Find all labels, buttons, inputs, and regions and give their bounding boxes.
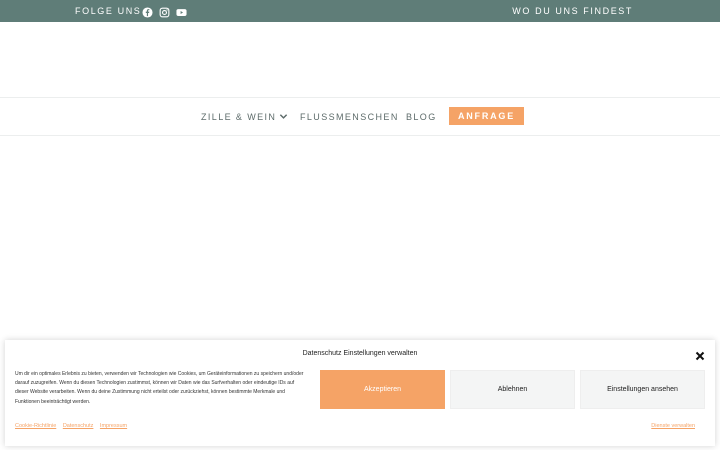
main-navigation: ZILLE & WEIN FLUSSMENSCHEN BLOG ANFRAGE <box>0 97 720 136</box>
cookie-policy-links: Cookie-Richtlinie Datenschutz Impressum <box>15 423 132 429</box>
nav-item-flussmenschen[interactable]: FLUSSMENSCHEN <box>300 112 399 122</box>
imprint-link[interactable]: Impressum <box>100 423 127 429</box>
close-icon[interactable] <box>695 348 705 361</box>
manage-services-link[interactable]: Dienste verwalten <box>651 423 695 429</box>
cookie-policy-link[interactable]: Cookie-Richtlinie <box>15 423 56 429</box>
chevron-down-icon <box>279 112 288 121</box>
accept-button[interactable]: Akzeptieren <box>320 370 445 409</box>
view-settings-button-label: Einstellungen ansehen <box>607 386 678 393</box>
youtube-icon[interactable] <box>176 5 187 16</box>
nav-item-blog[interactable]: BLOG <box>406 112 437 122</box>
anfrage-button[interactable]: ANFRAGE <box>449 107 524 125</box>
cookie-banner-text: Um dir ein optimales Erlebnis zu bieten,… <box>15 371 304 405</box>
follow-us-label: FOLGE UNS <box>75 6 142 16</box>
nav-item-zille-wein[interactable]: ZILLE & WEIN <box>201 112 288 122</box>
where-to-find-us-link[interactable]: WO DU UNS FINDEST <box>512 6 633 16</box>
anfrage-button-label: ANFRAGE <box>457 111 516 121</box>
accept-button-label: Akzeptieren <box>364 386 401 393</box>
cookie-banner-title: Datenschutz Einstellungen verwalten <box>302 350 418 357</box>
deny-button[interactable]: Ablehnen <box>450 370 575 409</box>
logo-area <box>0 22 720 97</box>
deny-button-label: Ablehnen <box>497 386 528 393</box>
privacy-link[interactable]: Datenschutz <box>63 423 94 429</box>
view-settings-button[interactable]: Einstellungen ansehen <box>580 370 705 409</box>
nav-item-label: ZILLE & WEIN <box>201 112 277 122</box>
cookie-consent-banner: Datenschutz Einstellungen verwalten Um d… <box>5 340 715 446</box>
facebook-icon[interactable] <box>142 5 153 18</box>
instagram-icon[interactable] <box>159 5 170 18</box>
top-bar: FOLGE UNS WO DU UNS FINDEST <box>0 0 720 22</box>
